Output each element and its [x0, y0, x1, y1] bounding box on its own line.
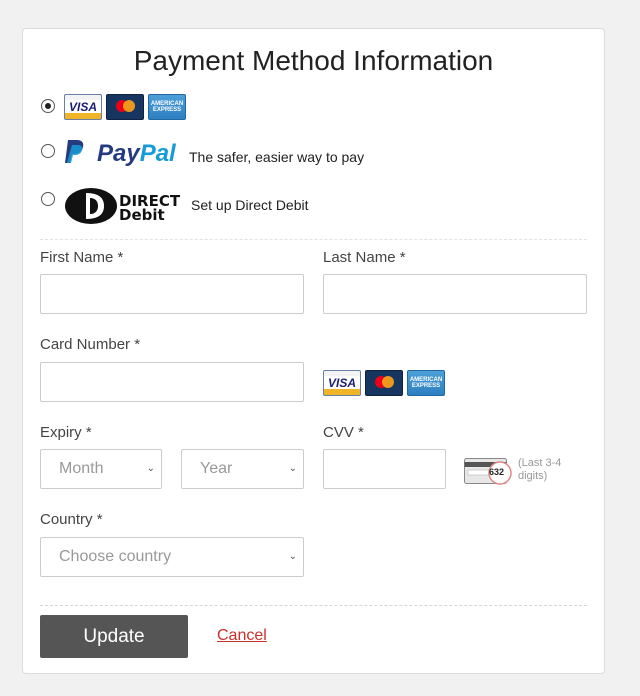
chevron-down-icon: ⌄: [288, 463, 297, 474]
visa-logo: VISA: [64, 94, 102, 120]
section-divider: [40, 239, 587, 240]
first-name-field[interactable]: [40, 274, 304, 314]
country-label: Country *: [40, 511, 103, 528]
cvv-field[interactable]: [323, 449, 446, 489]
payment-card: Payment Method Information VISA AMERICAN…: [22, 28, 605, 674]
mastercard-logo: [365, 370, 403, 396]
first-name-label: First Name *: [40, 249, 124, 266]
paypal-logo: PayPal: [97, 140, 176, 167]
last-name-label: Last Name *: [323, 249, 406, 266]
card-number-field[interactable]: [40, 362, 304, 402]
chevron-down-icon: ⌄: [146, 463, 155, 474]
chevron-down-icon: ⌄: [288, 551, 297, 562]
visa-logo: VISA: [323, 370, 361, 396]
paypal-tagline: The safer, easier way to pay: [189, 149, 365, 165]
direct-debit-logo: DIRECT Debit: [119, 192, 181, 224]
expiry-label: Expiry *: [40, 424, 92, 441]
radio-direct-debit[interactable]: [41, 192, 55, 206]
paypal-icon: [65, 140, 84, 163]
direct-debit-tagline: Set up Direct Debit: [191, 197, 309, 213]
mastercard-logo: [106, 94, 144, 120]
radio-paypal[interactable]: [41, 144, 55, 158]
expiry-month-select[interactable]: Month ⌄: [40, 449, 162, 489]
country-select[interactable]: Choose country ⌄: [40, 537, 304, 577]
last-name-field[interactable]: [323, 274, 587, 314]
amex-logo: AMERICAN EXPRESS: [148, 94, 186, 120]
cancel-link[interactable]: Cancel: [217, 627, 267, 645]
actions-divider: [40, 605, 587, 606]
cvv-sample-code: 632: [489, 467, 505, 477]
radio-card[interactable]: [41, 99, 55, 113]
amex-logo: AMERICAN EXPRESS: [407, 370, 445, 396]
expiry-year-select[interactable]: Year ⌄: [181, 449, 304, 489]
cvv-label: CVV *: [323, 424, 364, 441]
direct-debit-logo-icon: [65, 188, 117, 224]
update-button[interactable]: Update: [40, 615, 188, 658]
cvv-hint: (Last 3-4 digits): [518, 457, 562, 482]
page-title: Payment Method Information: [133, 45, 494, 76]
card-number-label: Card Number *: [40, 336, 141, 353]
